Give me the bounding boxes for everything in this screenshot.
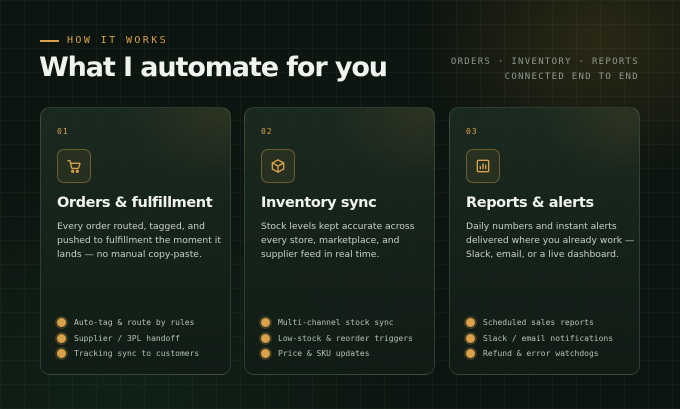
list-item-label: Refund & error watchdogs: [483, 349, 599, 359]
list-item-label: Auto-tag & route by rules: [74, 318, 195, 328]
feature-list: Multi-channel stock sync Low-stock & reo…: [261, 315, 413, 362]
list-item: Tracking sync to customers: [57, 346, 199, 362]
bullet-icon: [466, 318, 475, 328]
feature-list: Scheduled sales reports Slack / email no…: [466, 315, 613, 362]
list-item: Scheduled sales reports: [466, 315, 613, 331]
list-item-label: Scheduled sales reports: [483, 318, 594, 328]
list-item-label: Low-stock & reorder triggers: [278, 333, 413, 343]
card-title: Inventory sync: [261, 195, 377, 211]
card-title: Orders & fulfillment: [57, 195, 213, 211]
list-item: Multi-channel stock sync: [261, 315, 413, 331]
eyebrow-label: HOW IT WORKS: [67, 35, 169, 46]
card-orders-fulfillment: 01 Orders & fulfillment Every order rout…: [40, 107, 231, 375]
card-title: Reports & alerts: [466, 195, 594, 211]
bullet-icon: [261, 349, 270, 359]
bullet-icon: [466, 333, 475, 343]
card-number: 02: [261, 127, 273, 136]
list-item: Price & SKU updates: [261, 346, 413, 362]
card-reports-alerts: 03 Reports & alerts Daily numbers and in…: [449, 107, 640, 375]
list-item-label: Slack / email notifications: [483, 333, 614, 343]
card-description: Stock levels kept accurate across every …: [261, 221, 415, 260]
tagline-line-2: CONNECTED END TO END: [504, 72, 639, 82]
card-number: 01: [57, 127, 69, 136]
card-inventory-sync: 02 Inventory sync Stock levels kept accu…: [244, 107, 435, 375]
list-item-label: Price & SKU updates: [278, 349, 370, 359]
card-description: Every order routed, tagged, and pushed t…: [57, 221, 221, 260]
list-item: Low-stock & reorder triggers: [261, 331, 413, 347]
list-item: Auto-tag & route by rules: [57, 315, 199, 331]
bullet-icon: [261, 318, 270, 328]
list-item-label: Tracking sync to customers: [74, 349, 200, 359]
tagline-line-1: ORDERS · INVENTORY · REPORTS: [450, 57, 639, 67]
eyebrow-divider: [40, 39, 59, 42]
section-eyebrow: HOW IT WORKS: [40, 35, 168, 46]
list-item: Supplier / 3PL handoff: [57, 331, 199, 347]
card-description: Daily numbers and instant alerts deliver…: [466, 221, 635, 260]
list-item-label: Supplier / 3PL handoff: [74, 333, 180, 343]
box-icon: [261, 149, 295, 183]
bar-chart-icon: [466, 149, 500, 183]
list-item: Refund & error watchdogs: [466, 346, 613, 362]
bullet-icon: [261, 333, 270, 343]
card-number: 03: [466, 127, 478, 136]
tagline: ORDERS · INVENTORY · REPORTS CONNECTED E…: [451, 55, 639, 85]
bullet-icon: [466, 349, 475, 359]
list-item-label: Multi-channel stock sync: [278, 318, 394, 328]
bullet-icon: [57, 318, 66, 328]
feature-list: Auto-tag & route by rules Supplier / 3PL…: [57, 315, 199, 362]
shopping-cart-icon: [57, 149, 91, 183]
bullet-icon: [57, 333, 66, 343]
list-item: Slack / email notifications: [466, 331, 613, 347]
page-title: What I automate for you: [39, 52, 388, 83]
bullet-icon: [57, 349, 66, 359]
